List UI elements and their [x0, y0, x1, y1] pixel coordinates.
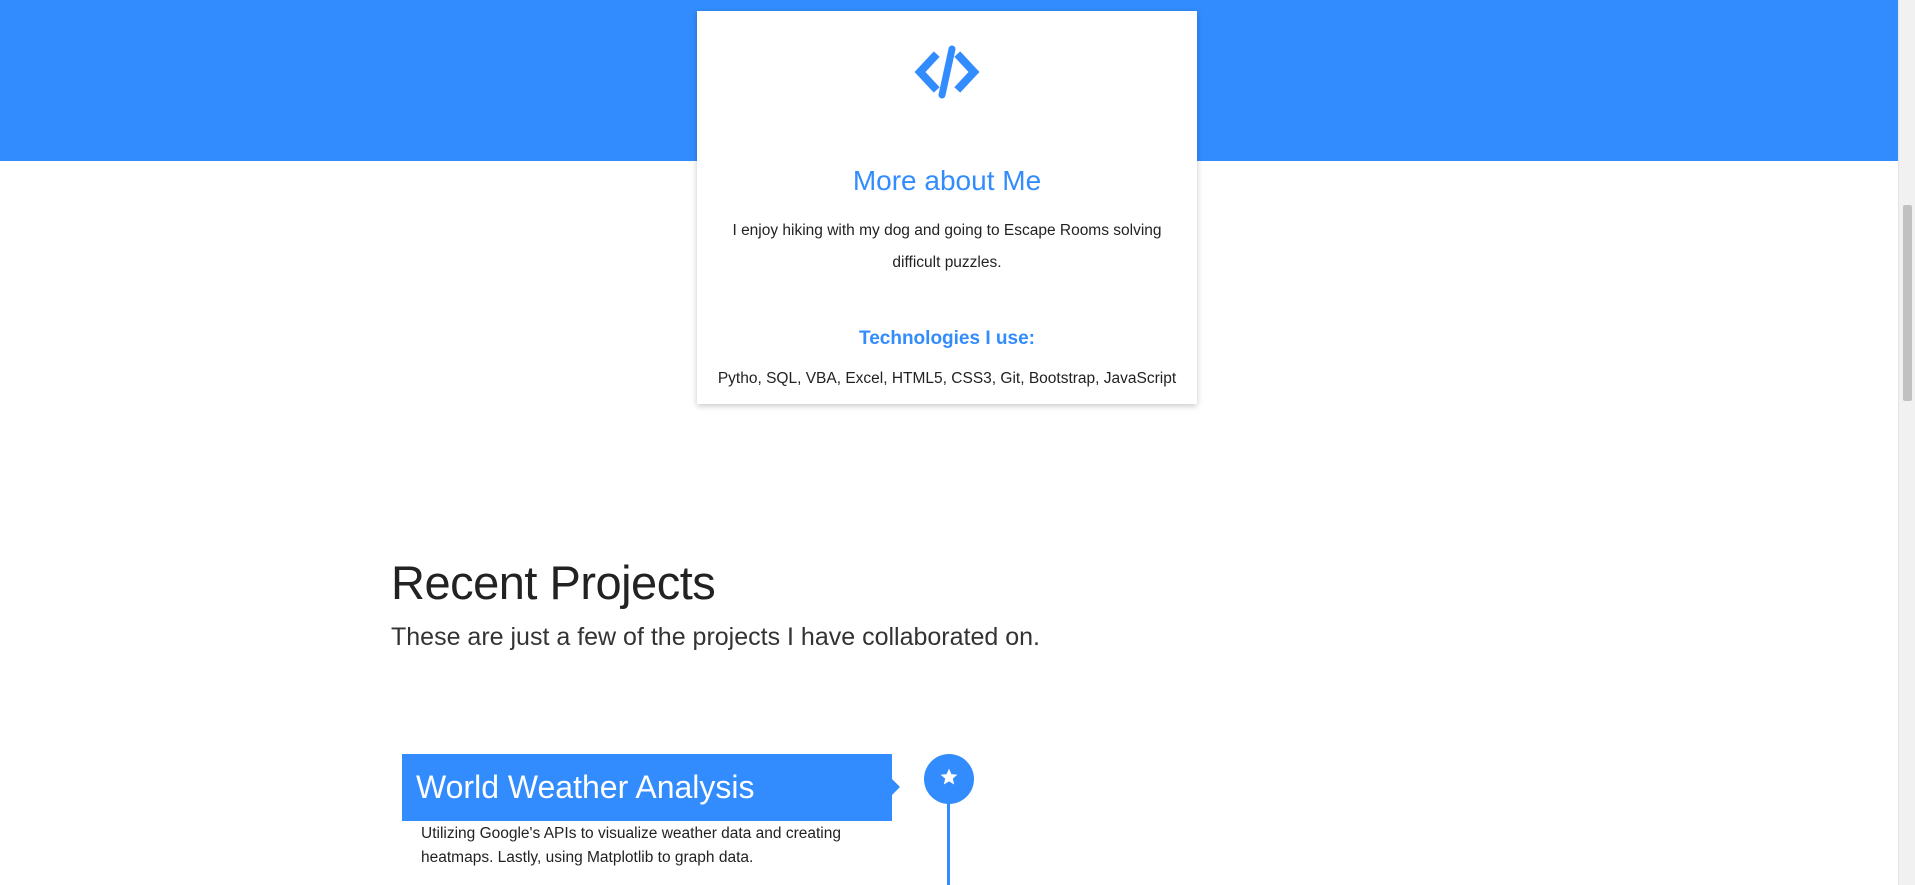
star-icon [939, 767, 959, 792]
technologies-heading: Technologies I use: [859, 328, 1035, 349]
about-card: More about Me I enjoy hiking with my dog… [697, 11, 1197, 404]
projects-title: Recent Projects [391, 556, 716, 609]
projects-subtitle: These are just a few of the projects I h… [391, 623, 1040, 651]
technologies-list: Pytho, SQL, VBA, Excel, HTML5, CSS3, Git… [717, 370, 1177, 387]
timeline-line [947, 802, 950, 885]
project-description: Utilizing Google's APIs to visualize wea… [421, 825, 841, 866]
page: More about Me I enjoy hiking with my dog… [0, 0, 1915, 885]
code-icon [914, 45, 980, 99]
project-heading-panel[interactable]: World Weather Analysis [402, 754, 900, 821]
about-title: More about Me [852, 165, 1042, 196]
scrollbar-thumb[interactable] [1903, 205, 1912, 401]
about-text: I enjoy hiking with my dog and going to … [732, 222, 1162, 271]
project-title[interactable]: World Weather Analysis [416, 754, 892, 821]
vertical-scrollbar[interactable] [1898, 0, 1915, 885]
timeline-badge [924, 754, 974, 804]
